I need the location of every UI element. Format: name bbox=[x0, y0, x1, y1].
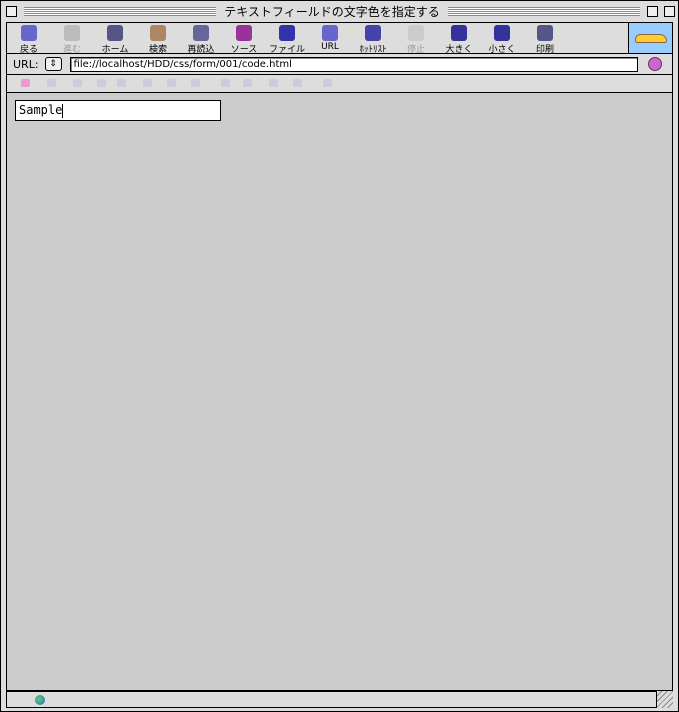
nav-link-icon[interactable] bbox=[21, 79, 30, 87]
reload-icon bbox=[193, 25, 209, 41]
toolbar-button-10[interactable]: 大きく bbox=[438, 24, 480, 55]
status-bar bbox=[6, 691, 657, 708]
globe-icon bbox=[322, 25, 338, 41]
resize-handle[interactable] bbox=[657, 691, 673, 708]
title-bar[interactable]: テキストフィールドの文字色を指定する bbox=[1, 1, 678, 21]
close-box[interactable] bbox=[6, 5, 17, 17]
url-label: URL: bbox=[13, 57, 39, 71]
nav-link-icon[interactable] bbox=[73, 79, 82, 87]
nav-link-icon[interactable] bbox=[47, 79, 56, 87]
url-bar: URL: ⇕ file://localhost/HDD/css/form/001… bbox=[6, 54, 673, 75]
url-input[interactable]: file://localhost/HDD/css/form/001/code.h… bbox=[69, 56, 638, 72]
toolbar-button-8[interactable]: ﾎｯﾄﾘｽﾄ bbox=[352, 24, 394, 55]
sample-text-field[interactable]: Sample bbox=[15, 100, 221, 121]
bigger-text-icon bbox=[451, 25, 467, 41]
toolbar-button-6[interactable]: ファイル bbox=[266, 24, 308, 55]
nav-link-icon[interactable] bbox=[143, 79, 152, 87]
title-stripes bbox=[447, 6, 640, 16]
toolbar-button-label: URL bbox=[321, 42, 339, 52]
nav-link-icon[interactable] bbox=[97, 79, 106, 87]
toolbar-button-11[interactable]: 小さく bbox=[481, 24, 523, 55]
nav-link-icon[interactable] bbox=[243, 79, 252, 87]
printer-icon bbox=[537, 25, 553, 41]
nav-link-icon[interactable] bbox=[191, 79, 200, 87]
nav-link-icon[interactable] bbox=[117, 79, 126, 87]
toolbar-button-3[interactable]: 検索 bbox=[137, 24, 179, 55]
toolbar-button-1[interactable]: 進む bbox=[51, 24, 93, 55]
zoom-box[interactable] bbox=[647, 5, 658, 17]
toolbar-button-2[interactable]: ホーム bbox=[94, 24, 136, 55]
navigation-link-bar bbox=[6, 75, 673, 93]
toolbar-button-12[interactable]: 印刷 bbox=[524, 24, 566, 55]
toolbar-button-9[interactable]: 停止 bbox=[395, 24, 437, 55]
nav-link-icon[interactable] bbox=[293, 79, 302, 87]
toolbar-button-0[interactable]: 戻る bbox=[8, 24, 50, 55]
back-arrow-icon bbox=[21, 25, 37, 41]
file-save-icon bbox=[279, 25, 295, 41]
forward-arrow-icon bbox=[64, 25, 80, 41]
nav-link-icon[interactable] bbox=[221, 79, 230, 87]
toolbar: 戻る 進む ホーム 検索 再読込 ソース ファイル URL ﾎｯﾄﾘｽﾄ 停止 大きく 小さく 印刷 bbox=[6, 22, 673, 55]
title-stripes bbox=[24, 6, 217, 16]
nav-link-icon[interactable] bbox=[323, 79, 332, 87]
collapse-box[interactable] bbox=[664, 5, 675, 17]
toolbar-button-5[interactable]: ソース bbox=[223, 24, 265, 55]
browser-logo-car-icon bbox=[628, 23, 672, 53]
source-icon bbox=[236, 25, 252, 41]
browser-window: テキストフィールドの文字色を指定する 戻る 進む ホーム 検索 再読込 ソース ファイル UR… bbox=[0, 0, 679, 712]
url-history-popup[interactable]: ⇕ bbox=[44, 57, 62, 71]
magnifier-icon bbox=[150, 25, 166, 41]
toolbar-button-4[interactable]: 再読込 bbox=[180, 24, 222, 55]
nav-link-icon[interactable] bbox=[269, 79, 278, 87]
status-face-icon[interactable] bbox=[647, 57, 662, 71]
page-content: Sample bbox=[6, 93, 673, 691]
toolbar-button-7[interactable]: URL bbox=[309, 24, 351, 52]
globe-icon bbox=[35, 695, 45, 705]
text-caret bbox=[62, 103, 64, 118]
text-field-value: Sample bbox=[19, 103, 63, 117]
stop-icon bbox=[408, 25, 424, 41]
window-title: テキストフィールドの文字色を指定する bbox=[224, 4, 440, 19]
hotlist-icon bbox=[365, 25, 381, 41]
nav-link-icon[interactable] bbox=[167, 79, 176, 87]
home-icon bbox=[107, 25, 123, 41]
smaller-text-icon bbox=[494, 25, 510, 41]
